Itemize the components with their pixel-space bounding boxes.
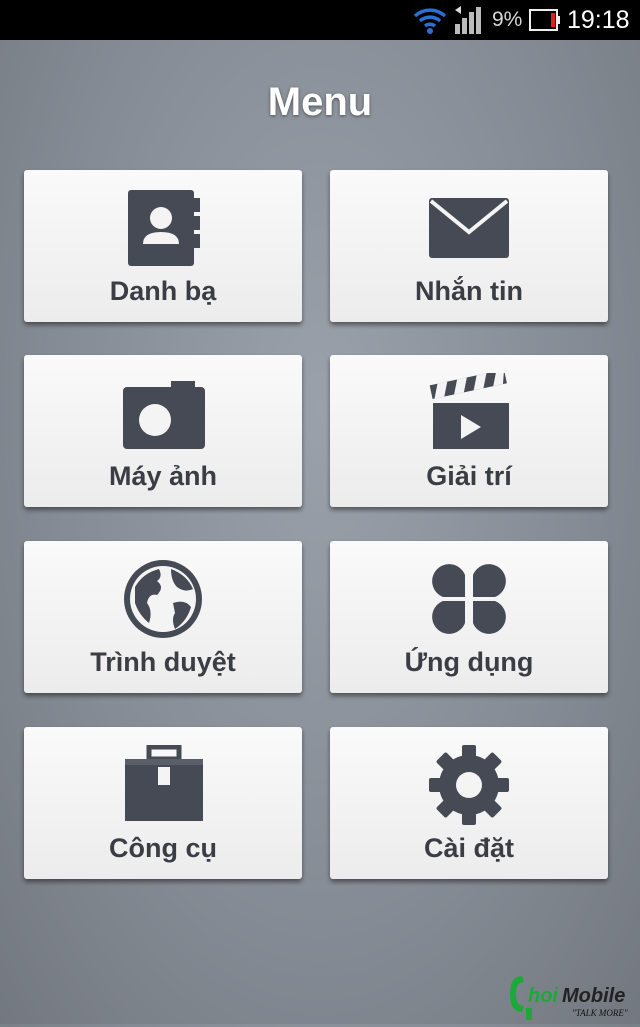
contacts-book-icon — [113, 188, 213, 268]
svg-text:"TALK MORE": "TALK MORE" — [572, 1008, 628, 1018]
envelope-icon — [419, 188, 519, 268]
browser-tile[interactable]: Trình duyệt — [24, 541, 302, 693]
clapperboard-icon — [419, 373, 519, 453]
camera-label: Máy ảnh — [108, 461, 218, 491]
svg-text:hoi: hoi — [528, 985, 558, 1007]
apps-tile[interactable]: Ứng dụng — [330, 541, 608, 693]
browser-label: Trình duyệt — [90, 647, 236, 677]
settings-label: Cài đặt — [423, 833, 515, 863]
globe-icon — [113, 559, 213, 639]
svg-text:Mobile: Mobile — [562, 985, 625, 1007]
tools-tile[interactable]: Công cụ — [24, 727, 302, 879]
choimobile-logo: hoi Mobile "TALK MORE" — [506, 968, 638, 1022]
contacts-tile[interactable]: Danh bạ — [24, 170, 302, 322]
wifi-icon — [413, 0, 447, 40]
status-bar: 9% 19:18 — [0, 0, 640, 40]
camera-tile[interactable]: Máy ảnh — [24, 355, 302, 507]
tools-label: Công cụ — [109, 833, 217, 863]
signal-strength-icon — [453, 0, 489, 40]
contacts-label: Danh bạ — [109, 276, 217, 306]
battery-icon — [529, 0, 561, 40]
entertainment-tile[interactable]: Giải trí — [330, 355, 608, 507]
apps-label: Ứng dụng — [404, 647, 534, 677]
messages-tile[interactable]: Nhắn tin — [330, 170, 608, 322]
apps-grid-icon — [419, 559, 519, 639]
page-title: Menu — [267, 80, 373, 124]
settings-tile[interactable]: Cài đặt — [330, 727, 608, 879]
gear-icon — [419, 745, 519, 825]
battery-percent: 9% — [492, 8, 523, 31]
camera-icon — [113, 373, 213, 453]
toolbox-icon — [113, 745, 213, 825]
messages-label: Nhắn tin — [415, 276, 523, 306]
clock: 19:18 — [567, 5, 630, 34]
entertainment-label: Giải trí — [426, 461, 512, 491]
